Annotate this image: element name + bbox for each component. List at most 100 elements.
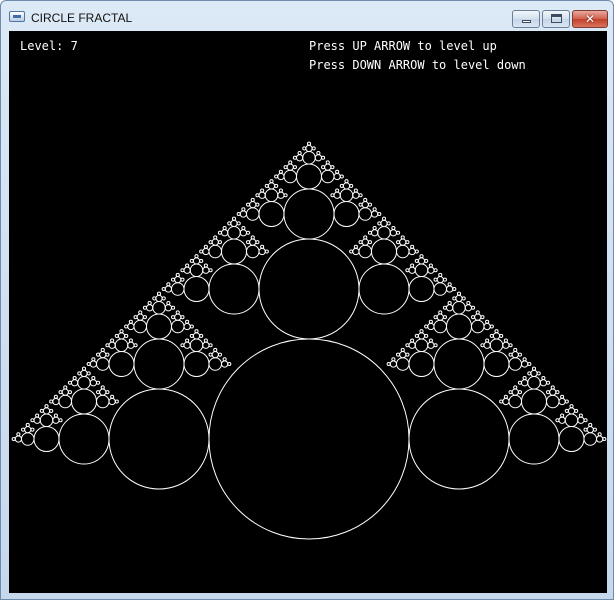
fractal-circle xyxy=(414,249,419,254)
close-button[interactable]: ✕ xyxy=(572,10,608,28)
fractal-circle xyxy=(114,399,119,404)
fractal-circle xyxy=(428,319,433,324)
fractal-circle xyxy=(246,207,260,221)
fractal-circle xyxy=(531,366,537,371)
fractal-circle xyxy=(127,322,135,331)
fractal-circle xyxy=(474,313,482,321)
fractal-circle xyxy=(183,276,210,302)
canvas-area[interactable]: Level: 7 Press UP ARROW to level up Pres… xyxy=(9,31,607,593)
fractal-circle xyxy=(171,315,176,320)
fractal-circle xyxy=(333,172,341,181)
fractal-circle xyxy=(592,427,598,432)
fractal-circle xyxy=(53,394,58,399)
fractal-circle xyxy=(114,338,129,352)
fractal-circle xyxy=(586,426,594,434)
fractal-circle xyxy=(189,258,194,263)
fractal-circle xyxy=(164,304,173,312)
fractal-circle xyxy=(246,230,251,235)
fractal-circle xyxy=(100,347,105,353)
fractal-circle xyxy=(546,390,551,395)
fractal-circle xyxy=(377,221,382,226)
fractal-circle xyxy=(522,376,527,381)
fractal-circle xyxy=(192,257,201,265)
fractal-circle xyxy=(250,197,255,203)
fractal-circle xyxy=(475,310,480,315)
level-indicator: Level: 7 xyxy=(20,39,78,53)
fractal-circle xyxy=(208,352,213,357)
fractal-circle xyxy=(99,388,107,396)
fractal-circle xyxy=(67,390,72,395)
fractal-circle xyxy=(521,379,529,387)
fractal-circle xyxy=(306,141,312,146)
app-window: CIRCLE FRACTAL ✕ Level: 7 Press UP ARROW… xyxy=(0,0,614,600)
fractal-circle xyxy=(71,388,97,415)
fractal-circle xyxy=(108,351,135,377)
fractal-circle xyxy=(446,285,454,293)
fractal-circle xyxy=(96,357,110,371)
title-bar[interactable]: CIRCLE FRACTAL ✕ xyxy=(1,1,613,31)
fractal-circle xyxy=(349,249,354,254)
fractal-circle xyxy=(25,422,30,428)
fractal-circle xyxy=(433,268,438,273)
fractal-circle xyxy=(417,257,426,265)
fractal-circle xyxy=(297,151,302,156)
fractal-circle xyxy=(124,333,129,338)
fractal-circle xyxy=(96,352,101,357)
fractal-circle xyxy=(588,422,593,428)
fractal-circle xyxy=(264,183,269,188)
fractal-circle xyxy=(560,394,565,399)
fractal-circle xyxy=(277,172,285,181)
fractal-circle xyxy=(503,338,508,343)
fractal-circle xyxy=(372,207,377,212)
fractal-circle xyxy=(258,247,266,256)
fractal-circle xyxy=(492,332,501,340)
fractal-circle xyxy=(483,341,491,349)
fractal-circle xyxy=(208,357,222,371)
fractal-circle xyxy=(52,416,60,424)
fractal-circle xyxy=(433,277,438,282)
fractal-circle xyxy=(67,380,72,385)
fractal-circle xyxy=(321,169,335,184)
maximize-icon xyxy=(551,14,562,23)
fractal-circle xyxy=(133,343,138,348)
fractal-circle xyxy=(208,244,222,259)
fractal-circle xyxy=(180,343,185,348)
fractal-circle xyxy=(386,221,391,226)
fractal-circle xyxy=(408,276,435,302)
fractal-circle xyxy=(399,238,407,246)
fractal-circle xyxy=(527,376,541,390)
fractal-circle xyxy=(508,357,522,371)
fractal-circle xyxy=(217,230,223,235)
fractal-circle xyxy=(386,361,391,367)
fractal-circle xyxy=(11,436,16,442)
fractal-circle xyxy=(408,351,435,377)
fractal-circle xyxy=(164,285,173,293)
fractal-circle xyxy=(33,426,60,452)
maximize-button[interactable] xyxy=(542,10,570,28)
fractal-circle xyxy=(442,315,448,320)
fractal-circle xyxy=(192,332,201,340)
fractal-circle xyxy=(583,432,597,446)
minimize-button[interactable] xyxy=(512,10,540,28)
fractal-circle xyxy=(522,357,527,362)
app-window-icon[interactable] xyxy=(9,11,25,22)
fractal-circle xyxy=(405,352,410,357)
fractal-circle xyxy=(424,258,429,263)
fractal-circle xyxy=(278,169,283,174)
fractal-circle xyxy=(521,360,529,368)
fractal-circle xyxy=(152,296,157,301)
fractal-circle xyxy=(246,202,251,207)
fractal-circle xyxy=(442,277,448,282)
fractal-circle xyxy=(353,244,358,249)
fractal-circle xyxy=(185,338,190,343)
fractal-circle xyxy=(321,165,326,170)
fractal-circle xyxy=(363,235,368,240)
fractal-circle xyxy=(555,418,560,423)
fractal-circle xyxy=(530,369,538,378)
fractal-circle xyxy=(213,235,218,240)
fractal-circle xyxy=(174,276,182,284)
fractal-circle xyxy=(302,151,316,165)
fractal-circle xyxy=(438,272,443,278)
fractal-circle xyxy=(419,329,424,334)
fractal-circle xyxy=(249,201,257,209)
